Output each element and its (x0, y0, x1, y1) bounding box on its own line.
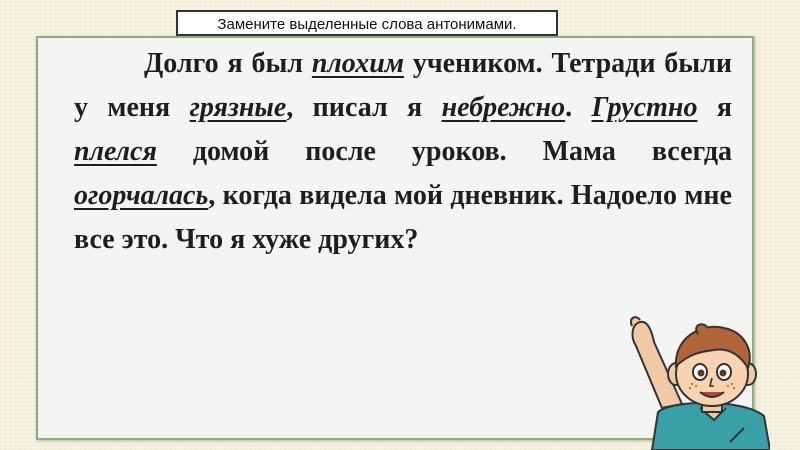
highlighted-word: плохим (311, 48, 404, 79)
text-run: , писал я (286, 92, 442, 123)
task-instruction: Замените выделенные слова антонимами. (176, 10, 558, 36)
highlighted-word: грязные (189, 92, 287, 123)
text-run: . (565, 92, 592, 123)
text-run: Долго я был (144, 48, 312, 79)
text-run: я (697, 92, 732, 123)
highlighted-word: плелся (74, 136, 157, 167)
highlighted-word: Грустно (591, 92, 698, 123)
highlighted-word: огорчалась (74, 180, 209, 211)
text-run: домой после уроков. Мама всегда (156, 136, 732, 167)
highlighted-word: небрежно (441, 92, 566, 123)
story-text: Долго я был плохим учеником. Тетради был… (74, 42, 732, 262)
waving-boy-icon (630, 316, 770, 450)
